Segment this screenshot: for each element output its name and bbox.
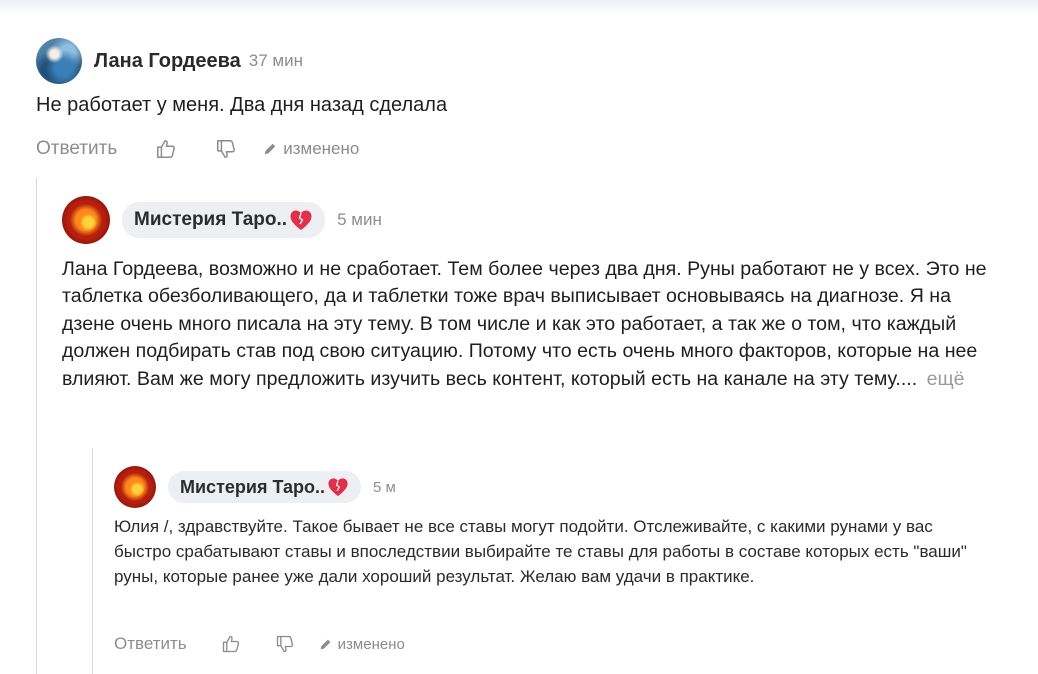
thumb-up-icon[interactable] bbox=[221, 634, 241, 654]
edited-text: изменено bbox=[337, 635, 405, 653]
edited-label: изменено bbox=[319, 636, 405, 653]
reply-button[interactable]: Ответить bbox=[36, 138, 117, 160]
pencil-icon bbox=[263, 142, 277, 156]
reply-time: 5 м bbox=[373, 478, 396, 496]
thumb-down-icon[interactable] bbox=[215, 138, 237, 160]
edited-label: изменено bbox=[263, 139, 359, 159]
comment-header: Лана Гордеева 37 мин bbox=[36, 38, 303, 84]
heart-icon bbox=[289, 209, 313, 231]
reply-header: Мистерия Таро.. 5 мин bbox=[62, 196, 382, 244]
top-shade bbox=[0, 0, 1038, 14]
reply-author: Мистерия Таро.. bbox=[134, 209, 288, 230]
show-more-link[interactable]: ещё bbox=[927, 368, 965, 390]
author-badge[interactable]: Мистерия Таро.. bbox=[168, 471, 362, 503]
heart-icon bbox=[327, 477, 349, 497]
comment-text: Не работает у меня. Два дня назад сделал… bbox=[36, 94, 448, 116]
pencil-icon bbox=[319, 638, 332, 651]
reply-text: Лана Гордеева, возможно и не сработает. … bbox=[62, 256, 992, 393]
comment-actions: Ответить изменено bbox=[36, 138, 359, 160]
reply-text: Юлия /, здравствуйте. Такое бывает не вс… bbox=[114, 517, 967, 586]
avatar[interactable] bbox=[36, 38, 82, 84]
avatar[interactable] bbox=[62, 196, 110, 244]
thread-line bbox=[36, 178, 37, 674]
edited-text: изменено bbox=[283, 139, 360, 158]
thumb-up-icon[interactable] bbox=[155, 138, 177, 160]
thread-line bbox=[92, 448, 93, 674]
reply-actions: Ответить изменено bbox=[114, 634, 405, 654]
avatar[interactable] bbox=[114, 466, 156, 508]
comment-author[interactable]: Лана Гордеева bbox=[94, 50, 241, 73]
author-badge[interactable]: Мистерия Таро.. bbox=[122, 202, 326, 238]
reply-author: Мистерия Таро.. bbox=[180, 476, 326, 497]
reply-body: Лана Гордеева, возможно и не сработает. … bbox=[62, 258, 987, 390]
thumb-down-icon[interactable] bbox=[275, 634, 295, 654]
reply-button[interactable]: Ответить bbox=[114, 634, 187, 654]
reply-time: 5 мин bbox=[337, 210, 382, 229]
reply-header: Мистерия Таро.. 5 м bbox=[114, 466, 396, 508]
comment-time: 37 мин bbox=[248, 51, 304, 70]
